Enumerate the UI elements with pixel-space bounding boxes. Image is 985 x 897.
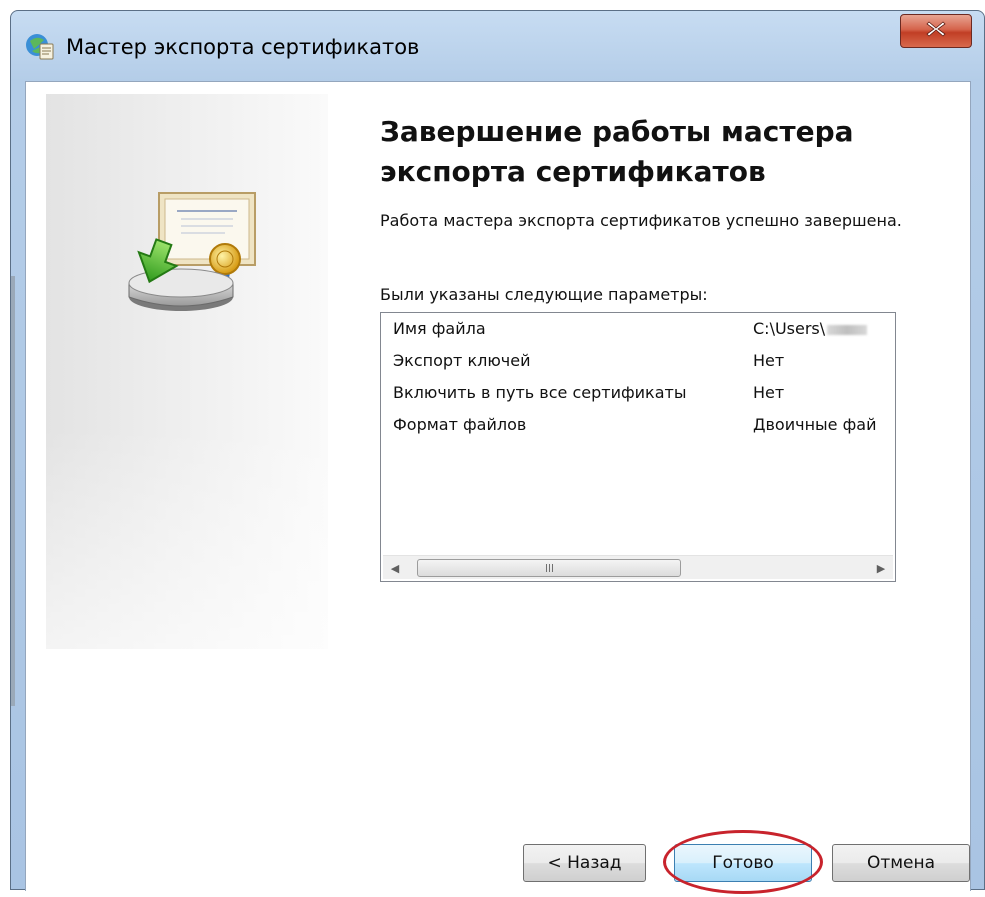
title-bar[interactable]: Мастер экспорта сертификатов [11, 11, 984, 81]
param-name: Включить в путь все сертификаты [393, 383, 687, 402]
close-button[interactable] [900, 14, 972, 48]
wizard-heading: Завершение работы мастера экспорта серти… [380, 115, 854, 188]
param-value: Нет [753, 351, 785, 370]
grip-icon [545, 564, 553, 572]
finish-button[interactable]: Готово [674, 844, 812, 882]
scrollbar-thumb[interactable] [417, 559, 681, 577]
close-icon [925, 19, 947, 43]
param-name: Формат файлов [393, 415, 527, 434]
window-title: Мастер экспорта сертификатов [66, 35, 420, 59]
wizard-description: Работа мастера экспорта сертификатов усп… [380, 211, 902, 230]
button-divider [46, 814, 960, 815]
param-value: Двоичные фай [753, 415, 877, 434]
scroll-left-icon[interactable]: ◀ [383, 556, 407, 580]
redacted-text [827, 324, 868, 335]
params-label: Были указаны следующие параметры: [380, 285, 708, 304]
certificate-wizard-icon [25, 31, 55, 61]
certificate-export-icon [128, 192, 256, 311]
cancel-button[interactable]: Отмена [832, 844, 970, 882]
param-name: Имя файла [393, 319, 486, 338]
scroll-right-icon[interactable]: ▶ [869, 556, 893, 580]
param-value: Нет [753, 383, 785, 402]
param-value: C:\Users\ [753, 319, 868, 338]
window-left-edge [11, 276, 15, 706]
export-wizard-window: Мастер экспорта сертификатов Завершение … [10, 10, 985, 894]
back-button[interactable]: < Назад [523, 844, 646, 882]
param-name: Экспорт ключей [393, 351, 531, 370]
wizard-content: Завершение работы мастера экспорта серти… [25, 81, 971, 894]
params-list[interactable]: Имя файла C:\Users\ Экспорт ключей Нет В… [380, 312, 896, 582]
horizontal-scrollbar[interactable]: ◀ ▶ [383, 555, 893, 579]
wizard-side-panel [46, 94, 328, 649]
